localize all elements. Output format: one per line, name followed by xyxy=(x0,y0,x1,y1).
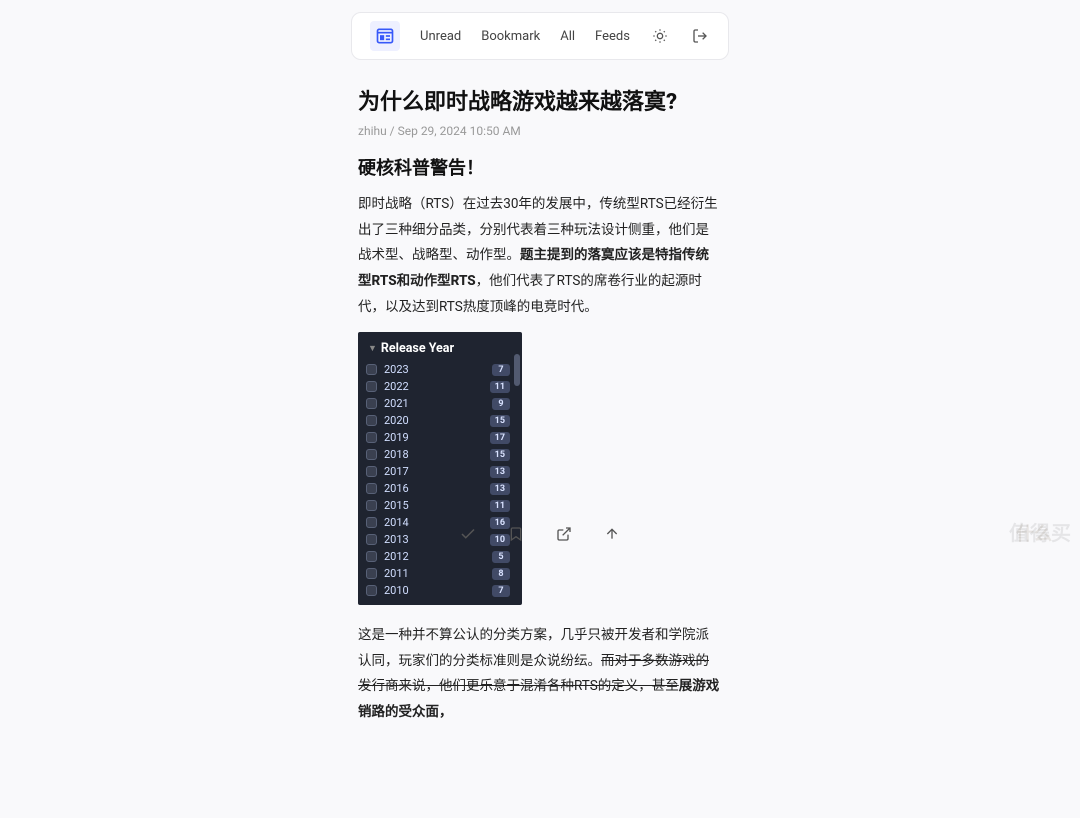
watermark: 值得买 xyxy=(1009,517,1072,546)
checkbox[interactable] xyxy=(366,449,377,460)
filter-year-label: 2019 xyxy=(384,431,409,444)
checkbox[interactable] xyxy=(366,551,377,562)
filter-row[interactable]: 2020 15 xyxy=(366,412,510,429)
checkbox[interactable] xyxy=(366,500,377,511)
checkbox[interactable] xyxy=(366,381,377,392)
nav-feeds[interactable]: Feeds xyxy=(595,29,630,44)
feed-reader-icon[interactable] xyxy=(370,21,400,51)
filter-year-label: 2023 xyxy=(384,363,409,376)
checkbox[interactable] xyxy=(366,415,377,426)
filter-count-badge: 9 xyxy=(492,398,510,410)
nav-bookmark[interactable]: Bookmark xyxy=(481,29,540,44)
filter-row[interactable]: 2023 7 xyxy=(366,361,510,378)
article-title: 为什么即时战略游戏越来越落寞? xyxy=(358,84,722,116)
release-year-filter-panel: Release Year 2023 7 2022 11 2021 9 2020 15 2019 1… xyxy=(358,332,522,605)
filter-year-label: 2017 xyxy=(384,465,409,478)
filter-row[interactable]: 2021 9 xyxy=(366,395,510,412)
article-meta: zhihu / Sep 29, 2024 10:50 AM xyxy=(358,124,722,138)
checkbox[interactable] xyxy=(366,568,377,579)
filter-count-badge: 17 xyxy=(490,432,510,444)
checkbox[interactable] xyxy=(366,534,377,545)
article-container: 为什么即时战略游戏越来越落寞? zhihu / Sep 29, 2024 10:… xyxy=(350,84,730,818)
checkbox[interactable] xyxy=(366,483,377,494)
nav-all[interactable]: All xyxy=(560,29,575,44)
filter-row[interactable]: 2010 7 xyxy=(366,582,510,599)
filter-year-label: 2015 xyxy=(384,499,409,512)
checkbox[interactable] xyxy=(366,398,377,409)
filter-year-label: 2020 xyxy=(384,414,409,427)
filter-count-badge: 13 xyxy=(490,483,510,495)
filter-count-badge: 15 xyxy=(490,449,510,461)
scrollbar-thumb[interactable] xyxy=(514,354,520,386)
theme-toggle-icon[interactable] xyxy=(650,26,670,46)
filter-year-label: 2021 xyxy=(384,397,409,410)
filter-row[interactable]: 2019 17 xyxy=(366,429,510,446)
filter-count-badge: 13 xyxy=(490,466,510,478)
filter-count-badge: 7 xyxy=(492,364,510,376)
nav-unread[interactable]: Unread xyxy=(420,29,461,44)
filter-row[interactable]: 2017 13 xyxy=(366,463,510,480)
logout-icon[interactable] xyxy=(690,26,710,46)
paragraph: 这是一种并不算公认的分类方案，几乎只被开发者和学院派认同，玩家们的分类标准则是众… xyxy=(358,623,722,726)
filter-row[interactable]: 2012 5 xyxy=(366,548,510,565)
section-heading: 硬核科普警告！ xyxy=(358,154,722,180)
filter-year-label: 2013 xyxy=(384,533,409,546)
scroll-top-icon[interactable] xyxy=(602,524,622,544)
paragraph: 即时战略（RTS）在过去30年的发展中，传统型RTS已经衍生出了三种细分品类，分… xyxy=(358,192,722,320)
bookmark-icon[interactable] xyxy=(506,524,526,544)
filter-row[interactable]: 2016 13 xyxy=(366,480,510,497)
filter-year-label: 2011 xyxy=(384,567,409,580)
filter-year-label: 2014 xyxy=(384,516,409,529)
filter-row[interactable]: 201416 xyxy=(366,514,510,531)
external-link-icon[interactable] xyxy=(554,524,574,544)
watermark: 什么 xyxy=(1016,520,1052,546)
filter-count-badge: 11 xyxy=(490,500,510,512)
checkbox[interactable] xyxy=(366,432,377,443)
filter-rows: 2023 7 2022 11 2021 9 2020 15 2019 17 2018 15 2017 13… xyxy=(366,361,522,599)
filter-count-badge: 11 xyxy=(490,381,510,393)
filter-count-badge: 7 xyxy=(492,585,510,597)
top-toolbar: Unread Bookmark All Feeds xyxy=(351,12,729,60)
filter-row[interactable]: 2018 15 xyxy=(366,446,510,463)
filter-year-label: 2010 xyxy=(384,584,409,597)
check-icon[interactable] xyxy=(458,524,478,544)
checkbox[interactable] xyxy=(366,466,377,477)
filter-row[interactable]: 2022 11 xyxy=(366,378,510,395)
filter-count-badge: 5 xyxy=(492,551,510,563)
article-body: 即时战略（RTS）在过去30年的发展中，传统型RTS已经衍生出了三种细分品类，分… xyxy=(358,192,722,726)
filter-row[interactable]: 2011 8 xyxy=(366,565,510,582)
filter-year-label: 2022 xyxy=(384,380,409,393)
filter-year-label: 2018 xyxy=(384,448,409,461)
filter-year-label: 2012 xyxy=(384,550,409,563)
filter-row[interactable]: 201310 xyxy=(366,531,510,548)
filter-count-badge: 8 xyxy=(492,568,510,580)
filter-row[interactable]: 2015 11 xyxy=(366,497,510,514)
scrollbar-track[interactable] xyxy=(514,354,520,599)
filter-header[interactable]: Release Year xyxy=(366,338,522,361)
filter-year-label: 2016 xyxy=(384,482,409,495)
checkbox[interactable] xyxy=(366,517,377,528)
filter-count-badge: 15 xyxy=(490,415,510,427)
checkbox[interactable] xyxy=(366,364,377,375)
checkbox[interactable] xyxy=(366,585,377,596)
